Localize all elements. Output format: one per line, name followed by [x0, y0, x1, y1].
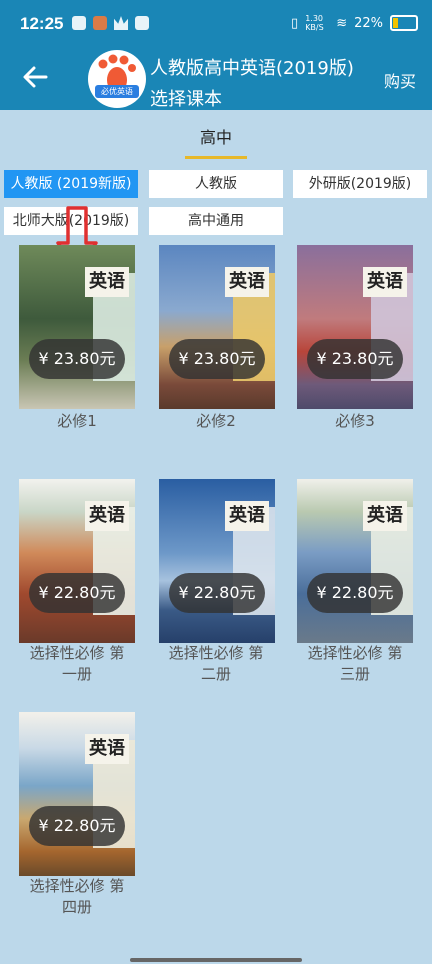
book-label-line: 二册 — [200, 665, 231, 683]
footprint-icon — [98, 54, 136, 93]
notification-icons — [72, 16, 149, 30]
home-indicator[interactable] — [130, 958, 302, 962]
book-label-line: 选择性必修 第 — [307, 644, 403, 662]
book-label: 选择性必修 第 三册 — [287, 643, 423, 685]
book-label: 选择性必修 第 二册 — [148, 643, 284, 685]
price-badge: ¥ 22.80元 — [169, 573, 265, 613]
app-notification-icon — [93, 16, 107, 30]
stage-tabs: 高中 — [0, 112, 432, 159]
book-card[interactable]: 英语 ¥ 23.80元 — [19, 245, 135, 409]
page-subtitle: 选择课本 — [150, 89, 222, 110]
book-label-line: 选择性必修 第 — [29, 877, 125, 895]
price-badge: ¥ 22.80元 — [307, 573, 403, 613]
book-label: 必修2 — [148, 411, 284, 432]
page-title: 人教版高中英语(2019版) — [150, 58, 354, 79]
book-card[interactable]: 英语 ¥ 22.80元 — [297, 479, 413, 643]
app-header: 必优英语 人教版高中英语(2019版) 选择课本 购买 — [0, 50, 432, 110]
book-title: 英语 — [85, 267, 129, 297]
version-pep[interactable]: 人教版 — [149, 170, 283, 198]
price-badge: ¥ 22.80元 — [29, 806, 125, 846]
wifi-icon: ≋ — [336, 15, 348, 31]
book-title: 英语 — [363, 501, 407, 531]
app-notification-icon — [135, 16, 149, 30]
buy-button[interactable]: 购买 — [384, 68, 416, 92]
book-label-line: 三册 — [339, 665, 370, 683]
book-label-line: 必修3 — [335, 412, 375, 430]
book-label-line: 必修1 — [57, 412, 97, 430]
price-badge: ¥ 23.80元 — [169, 339, 265, 379]
book-title: 英语 — [85, 501, 129, 531]
price-badge: ¥ 23.80元 — [29, 339, 125, 379]
tab-high-school[interactable]: 高中 — [185, 124, 247, 159]
book-label-line: 必修2 — [196, 412, 236, 430]
version-general[interactable]: 高中通用 — [149, 207, 283, 235]
book-label-line: 选择性必修 第 — [29, 644, 125, 662]
status-time: 12:25 — [20, 14, 64, 33]
book-label: 选择性必修 第 四册 — [9, 876, 145, 918]
network-speed: 1.30 KB/S — [305, 14, 324, 32]
book-card[interactable]: 英语 ¥ 22.80元 — [19, 712, 135, 876]
crown-icon — [114, 16, 128, 30]
book-label: 必修1 — [9, 411, 145, 432]
price-badge: ¥ 23.80元 — [307, 339, 403, 379]
book-title: 英语 — [85, 734, 129, 764]
status-bar: 12:25 ▯ 1.30 KB/S ≋ 22% — [0, 0, 432, 50]
vibrate-icon: ▯ — [291, 15, 299, 31]
logo-text: 必优英语 — [95, 85, 139, 98]
status-right: ▯ 1.30 KB/S ≋ 22% — [291, 14, 418, 32]
book-label: 选择性必修 第 一册 — [9, 643, 145, 685]
book-card[interactable]: 英语 ¥ 22.80元 — [159, 479, 275, 643]
back-arrow-icon[interactable] — [20, 62, 50, 92]
book-card[interactable]: 英语 ¥ 22.80元 — [19, 479, 135, 643]
book-card[interactable]: 英语 ¥ 23.80元 — [297, 245, 413, 409]
book-title: 英语 — [363, 267, 407, 297]
app-notification-icon — [72, 16, 86, 30]
book-title: 英语 — [225, 501, 269, 531]
price-badge: ¥ 22.80元 — [29, 573, 125, 613]
book-label-line: 选择性必修 第 — [168, 644, 264, 662]
book-card[interactable]: 英语 ¥ 23.80元 — [159, 245, 275, 409]
book-title: 英语 — [225, 267, 269, 297]
book-label-line: 一册 — [61, 665, 92, 683]
book-label-line: 四册 — [61, 898, 92, 916]
battery-percent: 22% — [354, 15, 383, 31]
app-logo: 必优英语 — [88, 50, 146, 108]
version-fltrp-2019[interactable]: 外研版(2019版) — [293, 170, 427, 198]
battery-icon — [390, 15, 418, 31]
book-label: 必修3 — [287, 411, 423, 432]
version-pep-2019[interactable]: 人教版 (2019新版) — [4, 170, 138, 198]
